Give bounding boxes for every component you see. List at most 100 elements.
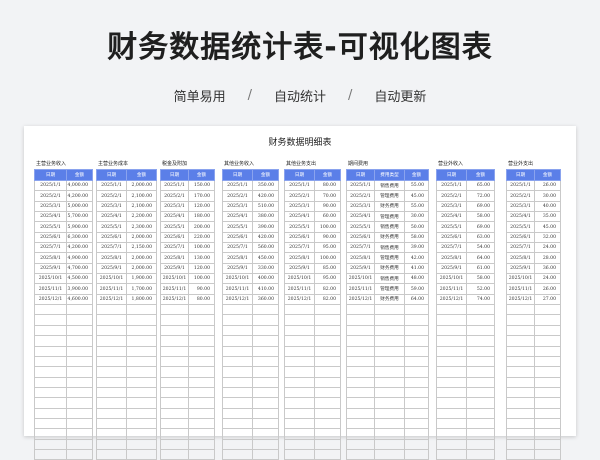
table-cell[interactable]: 220.00	[188, 231, 215, 244]
table-cell[interactable]	[160, 314, 189, 326]
table-cell[interactable]	[534, 376, 561, 388]
table-cell[interactable]: 2,100.00	[126, 190, 157, 202]
table-cell[interactable]	[404, 428, 429, 440]
table-cell[interactable]: 2025/7/1	[284, 242, 315, 254]
table-cell[interactable]	[188, 304, 215, 316]
table-cell[interactable]	[252, 376, 279, 388]
table-cell[interactable]: 350.00	[252, 179, 279, 192]
table-cell[interactable]: 2025/4/1	[436, 211, 467, 223]
table-cell[interactable]: 30.00	[534, 190, 561, 202]
table-cell[interactable]: 2025/9/1	[222, 262, 253, 275]
table-cell[interactable]: 42.00	[404, 252, 429, 264]
table-cell[interactable]: 2025/4/1	[346, 211, 375, 223]
table-cell[interactable]: 330.00	[252, 262, 279, 275]
table-cell[interactable]	[188, 376, 215, 388]
table-cell[interactable]: 420.00	[252, 190, 279, 202]
table-cell[interactable]	[436, 397, 467, 409]
table-cell[interactable]: 2025/7/1	[34, 242, 67, 254]
table-cell[interactable]	[404, 448, 429, 460]
table-cell[interactable]	[34, 335, 67, 347]
table-cell[interactable]	[374, 397, 405, 409]
table-cell[interactable]: 2,000.00	[126, 262, 157, 275]
table-cell[interactable]: 4,500.00	[66, 273, 93, 285]
table-cell[interactable]	[284, 376, 315, 388]
table-cell[interactable]: 销售费用	[374, 221, 405, 233]
table-cell[interactable]	[222, 314, 253, 326]
table-cell[interactable]	[506, 335, 535, 347]
table-cell[interactable]	[466, 345, 495, 357]
table-cell[interactable]: 90.00	[188, 283, 215, 295]
table-cell[interactable]	[284, 407, 315, 419]
table-cell[interactable]	[314, 386, 341, 399]
table-cell[interactable]	[160, 407, 189, 419]
table-cell[interactable]: 2025/6/1	[160, 231, 189, 244]
table-cell[interactable]	[188, 448, 215, 460]
table-cell[interactable]: 2025/10/1	[96, 273, 127, 285]
table-cell[interactable]: 6,300.00	[66, 231, 93, 244]
table-cell[interactable]: 2025/7/1	[96, 242, 127, 254]
table-cell[interactable]: 2025/12/1	[436, 293, 467, 306]
table-cell[interactable]	[252, 335, 279, 347]
table-cell[interactable]: 2025/11/1	[160, 283, 189, 295]
table-cell[interactable]	[346, 448, 375, 460]
table-cell[interactable]: 2025/9/1	[96, 262, 127, 275]
table-cell[interactable]	[534, 314, 561, 326]
table-cell[interactable]: 2025/5/1	[222, 221, 253, 233]
table-cell[interactable]	[96, 386, 127, 399]
table-cell[interactable]: 2025/1/1	[506, 179, 535, 192]
table-cell[interactable]: 管理费用	[374, 211, 405, 223]
table-cell[interactable]: 410.00	[252, 283, 279, 295]
table-cell[interactable]: 60.00	[314, 211, 341, 223]
table-cell[interactable]: 2025/3/1	[506, 200, 535, 213]
table-cell[interactable]: 2025/6/1	[346, 231, 375, 244]
table-cell[interactable]	[222, 397, 253, 409]
table-cell[interactable]	[96, 417, 127, 430]
table-cell[interactable]	[534, 397, 561, 409]
table-cell[interactable]: 100.00	[188, 273, 215, 285]
table-cell[interactable]: 2025/1/1	[34, 179, 67, 192]
table-cell[interactable]: 管理费用	[374, 252, 405, 264]
table-cell[interactable]	[404, 417, 429, 430]
table-cell[interactable]	[506, 355, 535, 368]
table-cell[interactable]	[346, 366, 375, 378]
table-cell[interactable]: 2025/12/1	[96, 293, 127, 306]
table-cell[interactable]: 销售费用	[374, 273, 405, 285]
table-cell[interactable]	[534, 324, 561, 337]
table-cell[interactable]	[34, 324, 67, 337]
table-cell[interactable]	[374, 314, 405, 326]
table-cell[interactable]: 90.00	[314, 231, 341, 244]
table-cell[interactable]: 2025/9/1	[284, 262, 315, 275]
table-cell[interactable]	[506, 428, 535, 440]
table-cell[interactable]	[314, 314, 341, 326]
table-cell[interactable]	[188, 355, 215, 368]
table-cell[interactable]: 390.00	[252, 221, 279, 233]
table-cell[interactable]	[404, 407, 429, 419]
table-cell[interactable]: 2025/5/1	[506, 221, 535, 233]
table-cell[interactable]: 420.00	[252, 231, 279, 244]
table-cell[interactable]: 2025/3/1	[284, 200, 315, 213]
table-cell[interactable]	[96, 428, 127, 440]
table-cell[interactable]	[284, 448, 315, 460]
table-cell[interactable]: 2025/5/1	[346, 221, 375, 233]
table-cell[interactable]	[506, 386, 535, 399]
table-cell[interactable]	[34, 304, 67, 316]
table-cell[interactable]: 41.00	[404, 262, 429, 275]
table-cell[interactable]: 2025/10/1	[284, 273, 315, 285]
table-cell[interactable]: 35.00	[534, 211, 561, 223]
table-cell[interactable]	[160, 324, 189, 337]
table-cell[interactable]: 27.00	[534, 293, 561, 306]
table-cell[interactable]	[436, 355, 467, 368]
table-cell[interactable]: 2025/2/1	[436, 190, 467, 202]
table-cell[interactable]	[126, 428, 157, 440]
table-cell[interactable]	[252, 345, 279, 357]
table-cell[interactable]: 200.00	[188, 221, 215, 233]
table-cell[interactable]: 100.00	[188, 242, 215, 254]
table-cell[interactable]: 2025/2/1	[284, 190, 315, 202]
table-cell[interactable]	[284, 324, 315, 337]
table-cell[interactable]	[188, 386, 215, 399]
table-cell[interactable]: 管理费用	[374, 190, 405, 202]
table-cell[interactable]: 2025/8/1	[436, 252, 467, 264]
table-cell[interactable]: 26.00	[534, 179, 561, 192]
table-cell[interactable]	[534, 335, 561, 347]
table-cell[interactable]	[404, 324, 429, 337]
